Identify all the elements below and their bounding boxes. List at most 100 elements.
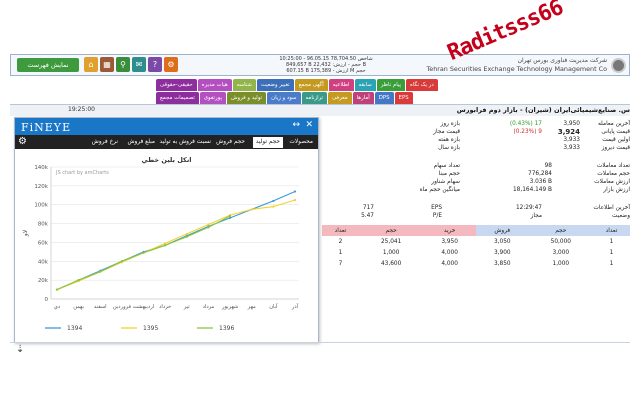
stat-label: آخرین اطلاعات — [593, 205, 630, 211]
order-book-row: 7 43,600 4,000 3,850 1,000 1 — [322, 258, 630, 269]
financial-tab[interactable]: سود و زیان — [267, 92, 301, 104]
tabs-row-2: تصمیمات مجمع پورتفوی تولید و فروش سود و زیا… — [156, 92, 413, 104]
stat-label: آخرین معامله — [597, 121, 630, 127]
y-tick-label: 20k — [38, 278, 49, 284]
fineye-window: FiNEYE ↔ ✕ ⚙ محصولات حجم تولید حجم فروش … — [14, 117, 319, 343]
pin-icon[interactable]: ⇣ — [16, 344, 24, 355]
help-icon[interactable]: ? — [148, 57, 162, 72]
data-point — [207, 226, 210, 229]
y-tick-label: 40k — [38, 259, 49, 265]
financial-tab[interactable]: EPS — [394, 92, 413, 104]
order-book-cell: 3,950 — [441, 238, 458, 245]
yesterday-price-value: 3,933 — [563, 145, 580, 151]
tab-sales-volume[interactable]: حجم فروش — [213, 137, 248, 148]
x-tick-label: تیر — [183, 304, 190, 310]
info-tab[interactable]: تغییر وضعیت — [256, 79, 294, 91]
tab-sales-amount[interactable]: مبلغ فروش — [124, 137, 158, 148]
stat-label: ارزش معاملات — [594, 179, 630, 185]
order-book-cell: 7 — [338, 260, 343, 267]
y-tick-label: 0 — [45, 297, 49, 303]
stat-label: بازه روز — [440, 121, 460, 127]
tab-products[interactable]: محصولات — [286, 137, 316, 148]
info-tab[interactable]: آگهی مجمع — [294, 79, 328, 91]
x-tick-label: مهر — [247, 304, 256, 310]
data-point — [55, 288, 59, 291]
data-point — [272, 205, 275, 208]
market-value-value: 18,164.149 B — [512, 187, 552, 193]
tabs-row-1: حقیقی-حقوقی هیات مدیره شناسه تغییر وضعیت آگه… — [156, 79, 438, 91]
stat-label: قیمت پایانی — [601, 129, 630, 135]
info-tab[interactable]: سابقه — [354, 79, 376, 91]
info-tab[interactable]: در یک نگاه — [406, 79, 438, 91]
stat-label: حجم معاملات — [597, 171, 630, 177]
info-tab[interactable]: حقیقی-حقوقی — [156, 79, 197, 91]
header-cell: حجم — [528, 225, 593, 236]
eps-value: 717 — [362, 205, 374, 211]
stat-label: بازه سال — [438, 145, 460, 151]
financial-tab[interactable]: تولید و فروش — [226, 92, 267, 104]
data-point — [120, 260, 124, 263]
y-tick-label: 100k — [34, 203, 48, 209]
drag-handle-icon[interactable]: ↔ — [292, 120, 300, 130]
order-book-row: 1 1,000 4,000 3,900 3,000 1 — [322, 247, 630, 258]
financial-tab[interactable]: ترازنامه — [301, 92, 328, 104]
financial-tab[interactable]: DPS — [374, 92, 394, 104]
x-tick-label: شهریور — [221, 304, 238, 310]
show-menu-button[interactable]: نمایش فهرست — [17, 58, 79, 72]
financial-tab[interactable]: معرفی — [328, 92, 352, 104]
data-point — [142, 251, 145, 254]
x-tick-label: آبان — [269, 303, 278, 310]
grid-icon[interactable]: ▦ — [100, 57, 114, 72]
search-icon[interactable]: ⚲ — [116, 57, 130, 72]
clock-line: 607.15 B ارزش - 175,389 M حجم — [286, 68, 366, 74]
order-book-cell: 2 — [338, 238, 343, 245]
stat-label: میانگین حجم ماه — [419, 187, 460, 193]
stat-label: ارزش بازار — [603, 187, 630, 193]
header-cell: تعداد — [322, 225, 359, 236]
info-tab[interactable]: پیام ناظر — [376, 79, 406, 91]
company-name-en: Tehran Securities Exchange Technology Ma… — [426, 65, 607, 73]
data-point — [228, 214, 232, 218]
chat-icon[interactable]: ✉ — [132, 57, 146, 72]
pe-value: 5.47 — [361, 213, 374, 219]
data-point — [77, 279, 80, 282]
info-tab[interactable]: اطلاعیه — [328, 79, 354, 91]
stat-label: اولین قیمت — [602, 137, 630, 143]
data-point — [164, 244, 167, 247]
fineye-tabs: ⚙ محصولات حجم تولید حجم فروش نسبت فروش ب… — [15, 135, 318, 149]
order-book-cell: 50,000 — [550, 238, 571, 245]
financial-tab[interactable]: آمارها — [352, 92, 374, 104]
legend-label: 1395 — [143, 325, 158, 332]
gear-icon[interactable]: ⚙ — [18, 136, 27, 147]
financial-tab[interactable]: پورتفوی — [199, 92, 226, 104]
tab-sales-rate[interactable]: نرخ فروش — [89, 137, 121, 148]
home-icon[interactable]: ⌂ — [84, 57, 98, 72]
stat-label: قیمت دیروز — [601, 145, 630, 151]
financial-tab[interactable]: تصمیمات مجمع — [156, 92, 199, 104]
stat-label: قیمت مجاز — [433, 129, 460, 135]
stat-label: تعداد سهام — [433, 163, 460, 169]
tab-production-volume[interactable]: حجم تولید — [252, 137, 283, 148]
data-point — [228, 216, 232, 220]
x-tick-label: آذر — [291, 303, 299, 310]
legend-label: 1394 — [67, 325, 82, 332]
order-book-cell: 4,000 — [441, 260, 458, 267]
data-point — [250, 208, 253, 211]
stat-label: وضعیت — [612, 213, 630, 219]
x-tick-label: بهمن — [73, 304, 84, 310]
page-divider — [10, 342, 630, 343]
order-book-row: 2 25,041 3,950 3,050 50,000 1 — [322, 236, 630, 247]
y-axis-label: لاو — [22, 230, 29, 237]
tab-sales-production-ratio[interactable]: نسبت فروش به تولید — [157, 137, 215, 148]
data-point — [293, 198, 297, 202]
y-tick-label: 60k — [38, 240, 49, 246]
fineye-titlebar[interactable]: FiNEYE ↔ ✕ — [15, 118, 318, 135]
stat-label: بازه هفته — [438, 137, 460, 143]
settings-icon[interactable]: ⚙ — [164, 57, 178, 72]
close-icon[interactable]: ✕ — [305, 120, 313, 130]
stat-label: تعداد معاملات — [596, 163, 630, 169]
change-negative: (0.23%) 9 — [513, 129, 542, 135]
info-tab[interactable]: هیات مدیره — [197, 79, 232, 91]
info-tab[interactable]: شناسه — [232, 79, 256, 91]
trade-volume-value: 776,284 — [528, 171, 552, 177]
